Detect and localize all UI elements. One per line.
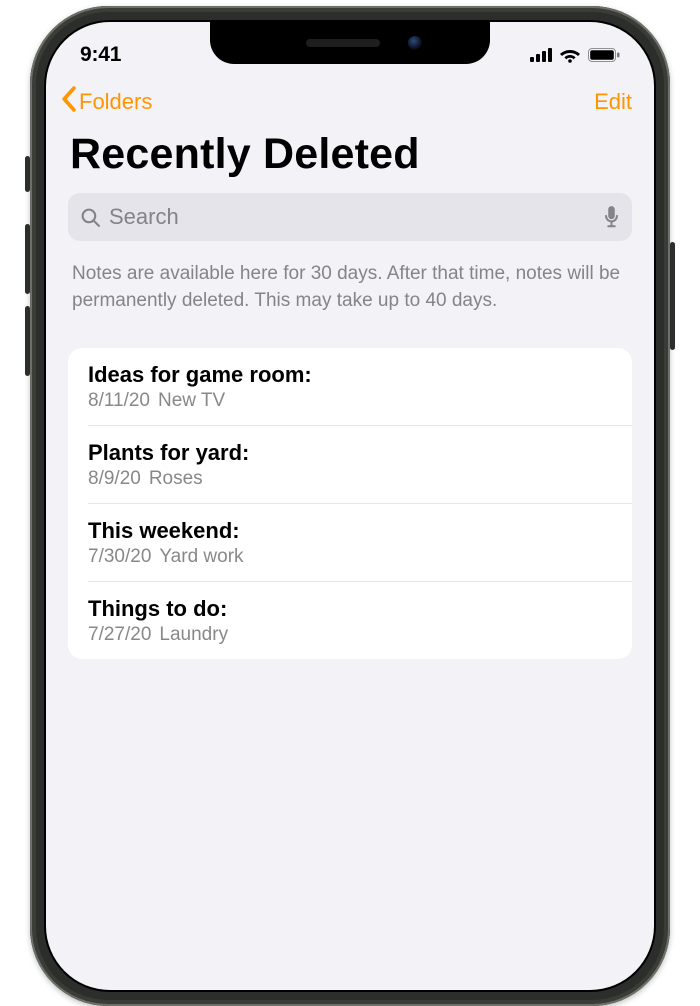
search-icon: [80, 207, 101, 228]
note-date: 8/11/20: [88, 390, 150, 411]
note-subtitle: 7/30/20 Yard work: [88, 546, 592, 568]
note-row[interactable]: This weekend: 7/30/20 Yard work: [88, 503, 632, 581]
note-preview: Roses: [149, 468, 203, 489]
battery-icon: [588, 48, 620, 62]
note-subtitle: 8/9/20 Roses: [88, 468, 592, 490]
notes-list: Ideas for game room: 8/11/20 New TV Plant…: [68, 348, 632, 659]
note-preview: Yard work: [159, 546, 243, 567]
phone-frame: 9:41: [30, 6, 670, 1006]
note-subtitle: 8/11/20 New TV: [88, 390, 612, 412]
screen: 9:41: [46, 22, 654, 990]
back-button[interactable]: Folders: [60, 86, 152, 118]
note-date: 7/30/20: [88, 546, 151, 567]
side-button-volume-up: [25, 224, 30, 294]
front-camera: [408, 36, 422, 50]
note-title: Things to do:: [88, 596, 592, 622]
side-button-power: [670, 242, 675, 350]
note-preview: New TV: [158, 390, 225, 411]
page-title: Recently Deleted: [46, 124, 654, 191]
note-date: 8/9/20: [88, 468, 141, 489]
note-date: 7/27/20: [88, 624, 151, 645]
retention-notice: Notes are available here for 30 days. Af…: [46, 241, 654, 348]
nav-bar: Folders Edit: [46, 78, 654, 124]
side-button-volume-down: [25, 306, 30, 376]
note-title: Plants for yard:: [88, 440, 592, 466]
search-field[interactable]: Search: [68, 193, 632, 241]
note-subtitle: 7/27/20 Laundry: [88, 624, 592, 646]
note-row[interactable]: Ideas for game room: 8/11/20 New TV: [68, 348, 632, 425]
edit-button[interactable]: Edit: [594, 89, 632, 115]
side-button-silent: [25, 156, 30, 192]
dictation-icon[interactable]: [603, 205, 620, 229]
back-label: Folders: [79, 89, 152, 115]
wifi-icon: [559, 47, 581, 63]
note-row[interactable]: Things to do: 7/27/20 Laundry: [88, 581, 632, 659]
cellular-signal-icon: [530, 48, 552, 62]
note-preview: Laundry: [159, 624, 228, 645]
note-title: Ideas for game room:: [88, 362, 612, 388]
note-title: This weekend:: [88, 518, 592, 544]
status-time: 9:41: [80, 43, 121, 67]
status-indicators: [530, 47, 620, 63]
note-row[interactable]: Plants for yard: 8/9/20 Roses: [88, 425, 632, 503]
notch: [210, 22, 490, 64]
speaker-grill: [306, 39, 380, 47]
chevron-left-icon: [60, 86, 77, 118]
search-placeholder: Search: [109, 204, 595, 230]
